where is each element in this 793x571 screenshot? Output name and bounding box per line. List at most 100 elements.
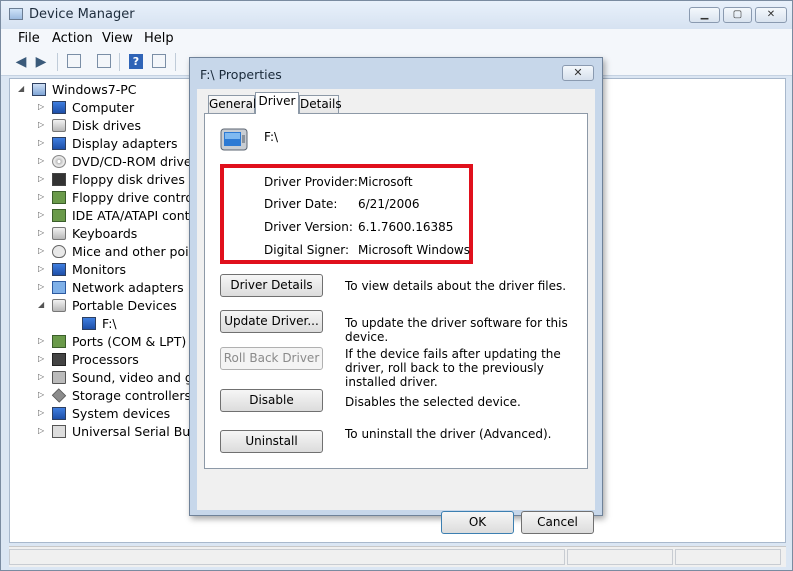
menu-action[interactable]: Action — [52, 31, 93, 46]
expand-arrow-icon[interactable]: ▷ — [38, 174, 46, 183]
scan-hardware-icon[interactable] — [152, 54, 166, 68]
tree-item-label: System devices — [72, 406, 171, 421]
properties-icon[interactable] — [97, 54, 111, 68]
close-button[interactable]: ✕ — [755, 7, 787, 23]
driver-version-label: Driver Version: — [264, 220, 353, 234]
tree-item-label: Network adapters — [72, 280, 184, 295]
mouse-icon — [52, 245, 66, 258]
tree-item-label: DVD/CD-ROM drives — [72, 154, 199, 169]
roll-back-driver-description: If the device fails after updating the d… — [345, 347, 561, 389]
title-bar[interactable]: Device Manager ▁ ▢ ✕ — [1, 1, 792, 29]
menu-help[interactable]: Help — [144, 31, 174, 46]
menu-bar: File Action View Help — [1, 29, 792, 49]
tree-item-label: Portable Devices — [72, 298, 177, 313]
status-panel-main — [9, 549, 565, 565]
device-manager-icon — [9, 8, 23, 20]
status-panel-2 — [567, 549, 673, 565]
toolbar-separator — [175, 53, 176, 71]
expand-arrow-icon[interactable]: ▷ — [38, 426, 46, 435]
portable-device-icon — [220, 128, 248, 151]
window-title: Device Manager — [29, 7, 135, 22]
menu-file[interactable]: File — [18, 31, 40, 46]
minimize-button[interactable]: ▁ — [689, 7, 720, 23]
tree-item-label: Display adapters — [72, 136, 178, 151]
expand-arrow-icon[interactable]: ▷ — [38, 192, 46, 201]
floppy-disk-icon — [52, 173, 66, 186]
driver-tab-panel: F:\ Driver Provider: Microsoft Driver Da… — [204, 113, 588, 469]
port-icon — [52, 335, 66, 348]
disk-drive-icon — [52, 119, 66, 132]
menu-view[interactable]: View — [102, 31, 133, 46]
driver-date-value: 6/21/2006 — [358, 197, 420, 211]
close-icon: ✕ — [573, 66, 583, 79]
collapse-arrow-icon[interactable]: ◢ — [18, 84, 26, 93]
monitor-icon — [52, 263, 66, 276]
toolbar-separator — [119, 53, 120, 71]
forward-arrow-icon[interactable]: ▶ — [33, 54, 49, 70]
device-name: F:\ — [264, 130, 279, 144]
expand-arrow-icon[interactable]: ▷ — [38, 354, 46, 363]
processor-icon — [52, 353, 66, 366]
tab-driver[interactable]: Driver — [255, 92, 299, 114]
update-driver-description: To update the driver software for this d… — [345, 316, 568, 344]
dialog-title: F:\ Properties — [200, 67, 282, 82]
expand-arrow-icon[interactable]: ▷ — [38, 282, 46, 291]
expand-arrow-icon[interactable]: ▷ — [38, 264, 46, 273]
driver-details-button[interactable]: Driver Details — [220, 274, 323, 297]
expand-arrow-icon[interactable]: ▷ — [38, 210, 46, 219]
tab-general[interactable]: General — [208, 95, 256, 113]
tree-item-label: Processors — [72, 352, 139, 367]
tree-item-label: Floppy disk drives — [72, 172, 185, 187]
tab-details[interactable]: Details — [299, 95, 342, 113]
uninstall-description: To uninstall the driver (Advanced). — [345, 427, 552, 441]
expand-arrow-icon[interactable]: ▷ — [38, 138, 46, 147]
driver-details-description: To view details about the driver files. — [345, 279, 567, 293]
show-hide-console-tree-icon[interactable] — [67, 54, 81, 68]
tree-item-label: Ports (COM & LPT) — [72, 334, 187, 349]
uninstall-button[interactable]: Uninstall — [220, 430, 323, 453]
roll-back-driver-button[interactable]: Roll Back Driver — [220, 347, 323, 370]
disable-description: Disables the selected device. — [345, 395, 521, 409]
expand-arrow-icon[interactable]: ▷ — [38, 156, 46, 165]
driver-provider-label: Driver Provider: — [264, 175, 358, 189]
tree-item-label: Monitors — [72, 262, 127, 277]
dvd-drive-icon — [52, 155, 66, 168]
minimize-icon: ▁ — [700, 9, 709, 20]
back-arrow-icon[interactable]: ◀ — [13, 54, 29, 70]
status-panel-3 — [675, 549, 781, 565]
ok-button[interactable]: OK — [441, 511, 514, 534]
digital-signer-value: Microsoft Windows — [358, 243, 470, 257]
expand-arrow-icon[interactable]: ▷ — [38, 372, 46, 381]
expand-arrow-icon[interactable]: ▷ — [38, 102, 46, 111]
expand-arrow-icon[interactable]: ▷ — [38, 408, 46, 417]
driver-provider-value: Microsoft — [358, 175, 413, 189]
tree-root-label: Windows7-PC — [52, 82, 137, 97]
expand-arrow-icon[interactable]: ▷ — [38, 246, 46, 255]
keyboard-icon — [52, 227, 66, 240]
computer-root-icon — [32, 83, 46, 96]
expand-arrow-icon[interactable]: ▷ — [38, 390, 46, 399]
tree-item-label: Storage controllers — [72, 388, 192, 403]
expand-arrow-icon[interactable]: ▷ — [38, 228, 46, 237]
collapse-arrow-icon[interactable]: ◢ — [38, 300, 46, 309]
cancel-button[interactable]: Cancel — [521, 511, 594, 534]
driver-version-value: 6.1.7600.16385 — [358, 220, 454, 234]
system-device-icon — [52, 407, 66, 420]
network-adapter-icon — [52, 281, 66, 294]
tree-item-label: Keyboards — [72, 226, 138, 241]
ide-controller-icon — [52, 209, 66, 222]
update-driver-button[interactable]: Update Driver... — [220, 310, 323, 333]
dialog-close-button[interactable]: ✕ — [562, 65, 594, 81]
properties-dialog: F:\ Properties ✕ General Driver Details … — [189, 57, 603, 534]
help-icon[interactable]: ? — [129, 54, 143, 69]
disable-button[interactable]: Disable — [220, 389, 323, 412]
maximize-icon: ▢ — [732, 9, 743, 20]
dialog-body: General Driver Details F:\ Driver Provid… — [197, 89, 595, 534]
floppy-controller-icon — [52, 191, 66, 204]
storage-controller-icon — [51, 388, 67, 403]
portable-drive-icon — [82, 317, 96, 330]
tree-item-label: Disk drives — [72, 118, 141, 133]
maximize-button[interactable]: ▢ — [723, 7, 752, 23]
expand-arrow-icon[interactable]: ▷ — [38, 120, 46, 129]
expand-arrow-icon[interactable]: ▷ — [38, 336, 46, 345]
